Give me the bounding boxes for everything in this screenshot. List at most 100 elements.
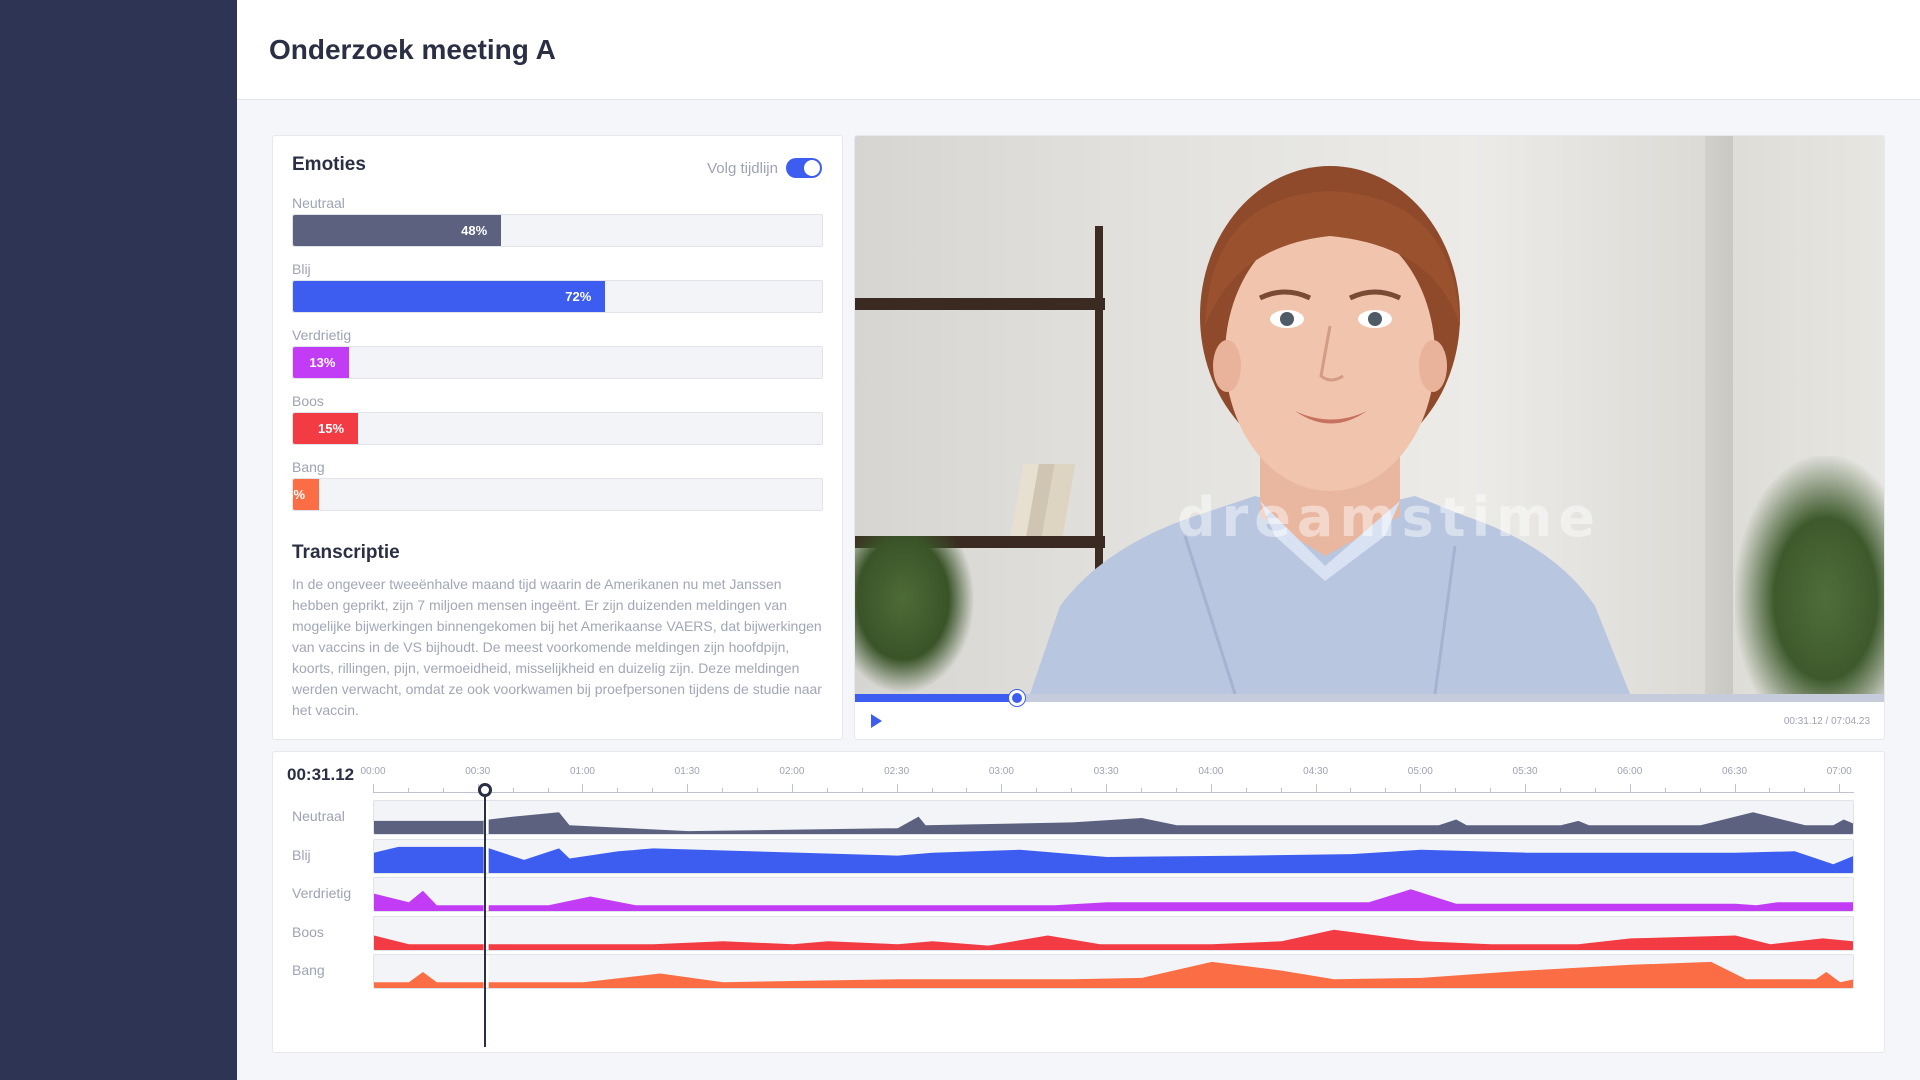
timeline-tick — [1420, 784, 1422, 793]
transcript-text: In de ongeveer tweeënhalve maand tijd wa… — [292, 576, 822, 718]
emotion-percentage: 48% — [461, 223, 488, 238]
timeline-tick — [1839, 784, 1841, 793]
emotions-panel: Emoties Volg tijdlijn Neutraal 48% Blij … — [272, 135, 843, 740]
timeline-area — [374, 812, 1853, 834]
timeline-tick — [1350, 788, 1352, 793]
emotion-bar-track: 72% — [292, 280, 823, 313]
emotion-bar-fill: 48% — [293, 215, 502, 246]
timeline-tick — [931, 788, 933, 793]
timeline-tick-label: 04:00 — [1198, 766, 1224, 777]
timeline-track-label: Bang — [292, 962, 325, 978]
timeline-tick-label: 03:00 — [988, 766, 1014, 777]
timeline-area-chart — [374, 878, 1853, 911]
timeline-tick — [1245, 788, 1247, 793]
timeline-area — [374, 929, 1853, 950]
timeline-tick — [617, 788, 619, 793]
timeline-tick — [1559, 788, 1561, 793]
timeline-tick-label: 05:30 — [1512, 766, 1538, 777]
emotions-heading: Emoties — [292, 154, 366, 175]
video-progress-handle[interactable] — [1008, 690, 1025, 706]
emotion-bar-track: 6% — [286, 478, 823, 511]
timeline-track-label: Blij — [292, 846, 311, 863]
timeline-track-bang[interactable] — [373, 954, 1854, 989]
timeline-tick — [1594, 788, 1596, 793]
emotion-label: Bang — [292, 459, 325, 475]
timeline-tick-label: 04:30 — [1303, 766, 1329, 777]
timeline-tick — [1071, 788, 1073, 793]
transcript-heading: Transcriptie — [292, 542, 400, 563]
emotion-item-verdrietig: Verdrietig 13% — [292, 324, 824, 390]
timeline-tick — [652, 788, 654, 793]
follow-timeline-toggle[interactable] — [786, 158, 822, 178]
timeline-tick — [373, 784, 374, 793]
timeline-tick-label: 03:30 — [1093, 766, 1119, 777]
follow-timeline-label: Volg tijdlijn — [707, 159, 778, 177]
timeline-track-label: Boos — [292, 923, 324, 940]
timeline-ruler[interactable]: 00:00 00:30 01:00 01:30 02:00 02:30 03:00 03:30… — [360, 764, 1854, 796]
timeline-tick — [582, 784, 584, 793]
video-time-readout: 00:31.12 / 07:04.23 — [1783, 716, 1870, 727]
timeline-tick — [687, 784, 689, 793]
timeline-tick — [1175, 788, 1177, 793]
timeline-tick-label: 06:00 — [1617, 766, 1643, 777]
emotion-percentage: 72% — [565, 289, 592, 304]
emotion-bar-track: 48% — [292, 214, 823, 247]
timeline-tick — [1106, 784, 1108, 793]
timeline-track-verdrietig[interactable] — [373, 877, 1854, 912]
timeline-tick — [1490, 788, 1492, 793]
timeline-tick-label: 02:00 — [779, 766, 805, 777]
emotion-label: Blij — [292, 261, 311, 277]
timeline-tick-label: 01:00 — [569, 766, 595, 777]
emotion-label: Verdrietig — [292, 327, 352, 343]
timeline-tick — [757, 788, 758, 793]
timeline-tick-label: 00:30 — [465, 766, 491, 777]
video-player[interactable]: dreamstime — [855, 136, 1884, 694]
timeline-track-blij[interactable] — [373, 838, 1854, 874]
timeline-tick — [966, 788, 968, 793]
timeline-area-chart — [374, 839, 1853, 873]
timeline-area — [374, 889, 1853, 911]
timeline-tick — [407, 788, 409, 793]
video-person — [1030, 166, 1630, 694]
emotion-item-bang: Bang 6% — [286, 456, 824, 522]
video-progress-fill — [855, 694, 1017, 702]
video-panel: dreamstime 00:31.12 / 07:04.23 — [854, 135, 1885, 740]
emotion-item-boos: Boos 15% — [292, 390, 824, 456]
timeline-tick — [1036, 788, 1038, 793]
timeline-tick — [1141, 788, 1143, 793]
timeline-tick — [1804, 788, 1806, 793]
timeline-tick — [1455, 788, 1457, 793]
sidebar — [0, 0, 237, 1080]
timeline-tick-label: 07:00 — [1826, 766, 1852, 777]
emotion-bar-track: 15% — [292, 412, 823, 445]
timeline-tick — [1315, 784, 1317, 793]
timeline-tick — [1385, 788, 1387, 793]
timeline-area-chart — [374, 955, 1853, 988]
timeline-tick — [1629, 784, 1631, 793]
timeline-area — [374, 846, 1853, 873]
timeline-tick — [722, 788, 724, 793]
timeline-tick — [896, 784, 898, 793]
timeline-area-chart — [374, 916, 1853, 950]
timeline-tick — [1734, 784, 1736, 793]
timeline-tick — [826, 788, 828, 793]
timeline-playhead-knob[interactable] — [477, 783, 492, 797]
timeline-track-label: Verdrietig — [292, 885, 352, 901]
timeline-tick-label: 06:30 — [1721, 766, 1748, 777]
toggle-knob — [804, 160, 820, 176]
timeline-playhead[interactable] — [477, 783, 492, 1047]
emotion-percentage: 13% — [309, 355, 336, 370]
video-watermark: dreamstime — [1177, 486, 1601, 549]
timeline-track-neutraal[interactable] — [373, 800, 1854, 835]
page-title: Onderzoek meeting A — [269, 34, 556, 65]
emotion-percentage: 6% — [286, 487, 306, 502]
timeline-tick-label: 01:30 — [674, 766, 700, 777]
timeline-track-boos[interactable] — [373, 915, 1854, 951]
timeline-tick — [442, 788, 444, 793]
timeline-tick-label: 05:00 — [1407, 766, 1433, 777]
timeline-tick — [512, 788, 514, 793]
timeline-tick — [547, 788, 549, 793]
emotion-item-blij: Blij 72% — [292, 258, 824, 324]
play-icon[interactable] — [867, 712, 885, 730]
video-progress-bar[interactable] — [855, 690, 1884, 706]
